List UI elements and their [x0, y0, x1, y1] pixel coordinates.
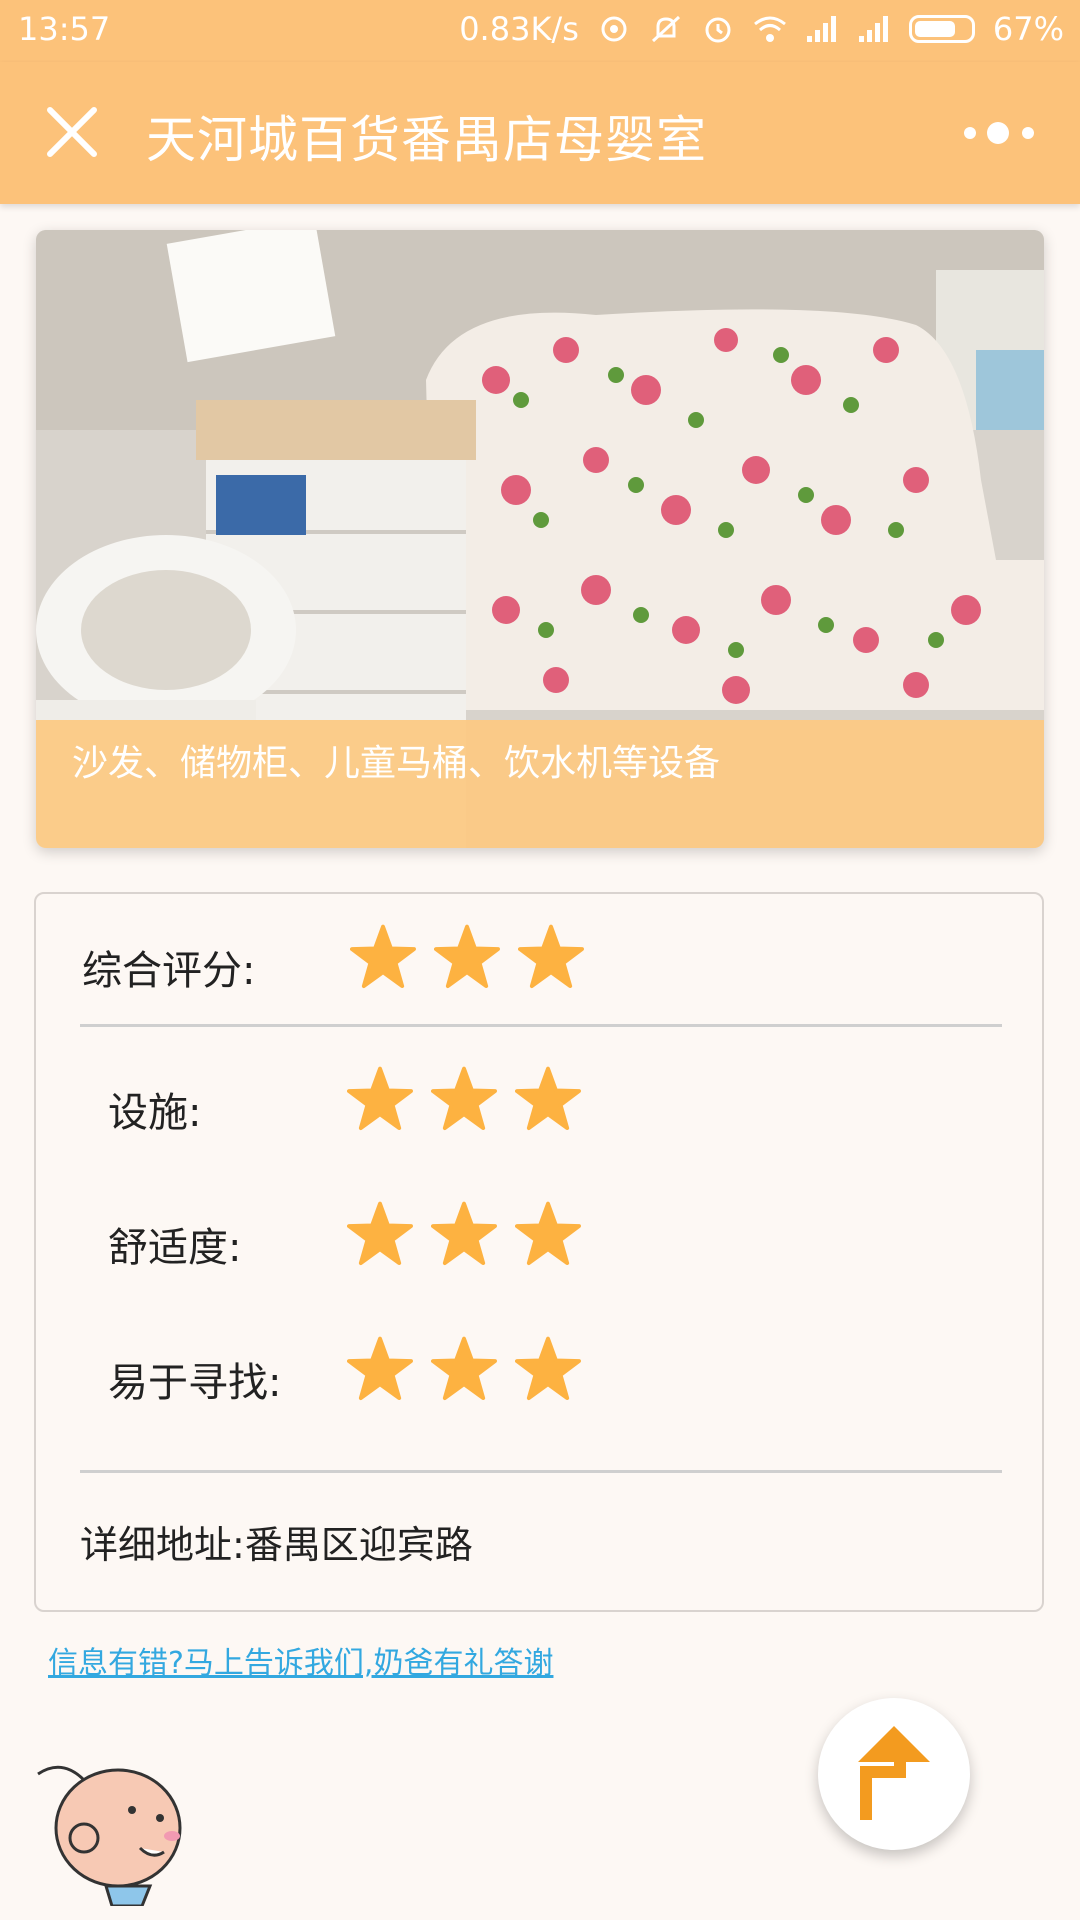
rating-row-findability: 易于寻找: — [36, 1336, 1042, 1416]
divider — [80, 1024, 1002, 1027]
star-icon — [515, 1066, 581, 1131]
signal-icon — [857, 14, 891, 44]
close-icon[interactable] — [44, 104, 100, 160]
data-sync-icon — [597, 14, 631, 44]
status-bar: 13:57 0.83K/s 67% — [0, 0, 1080, 62]
battery-percent: 67% — [992, 10, 1064, 48]
network-speed: 0.83K/s — [459, 10, 579, 48]
photo-caption: 沙发、储物柜、儿童马桶、饮水机等设备 — [72, 743, 721, 784]
room-photo: 沙发、储物柜、儿童马桶、饮水机等设备 — [36, 230, 1044, 848]
star-icon — [515, 1201, 581, 1266]
page-title: 天河城百货番禺店母婴室 — [146, 111, 707, 169]
address: 详细地址:番禺区迎宾路 — [80, 1514, 473, 1569]
directions-icon — [858, 1726, 930, 1820]
overall-stars — [350, 924, 584, 990]
star-icon — [347, 1336, 413, 1401]
star-icon — [518, 924, 584, 989]
rating-row-comfort: 舒适度: — [36, 1201, 1042, 1281]
facilities-label: 设施: — [108, 1090, 202, 1136]
star-icon — [515, 1336, 581, 1401]
findability-stars — [347, 1336, 581, 1402]
overall-rating-label: 综合评分: — [82, 948, 256, 994]
star-icon — [350, 924, 416, 989]
wifi-icon — [753, 14, 787, 44]
comfort-stars — [347, 1201, 581, 1267]
signal-icon — [805, 14, 839, 44]
mute-icon — [649, 14, 683, 44]
directions-button[interactable] — [818, 1698, 970, 1850]
photo-caption-band: 沙发、储物柜、儿童马桶、饮水机等设备 — [36, 720, 1044, 848]
rating-row-facilities: 设施: — [36, 1066, 1042, 1146]
findability-label: 易于寻找: — [108, 1360, 282, 1406]
address-label: 详细地址: — [80, 1523, 245, 1567]
status-time: 13:57 — [18, 10, 111, 48]
star-icon — [434, 924, 500, 989]
more-icon[interactable] — [960, 116, 1040, 150]
star-icon — [431, 1066, 497, 1131]
overall-rating-row: 综合评分: — [36, 924, 1042, 1004]
alarm-icon — [701, 14, 735, 44]
star-icon — [347, 1201, 413, 1266]
facilities-stars — [347, 1066, 581, 1132]
star-icon — [347, 1066, 413, 1131]
app-header: 天河城百货番禺店母婴室 — [0, 62, 1080, 204]
divider — [80, 1470, 1002, 1473]
address-value: 番禺区迎宾路 — [244, 1523, 473, 1567]
comfort-label: 舒适度: — [108, 1225, 242, 1271]
star-icon — [431, 1336, 497, 1401]
battery-icon — [908, 15, 975, 43]
star-icon — [431, 1201, 497, 1266]
rating-card: 综合评分: 设施: 舒适度: 易于寻找: 详细地址:番禺区迎宾路 — [34, 892, 1044, 1612]
baby-mascot-icon — [37, 1765, 182, 1906]
report-error-link[interactable]: 信息有错?马上告诉我们,奶爸有礼答谢 — [48, 1638, 553, 1682]
